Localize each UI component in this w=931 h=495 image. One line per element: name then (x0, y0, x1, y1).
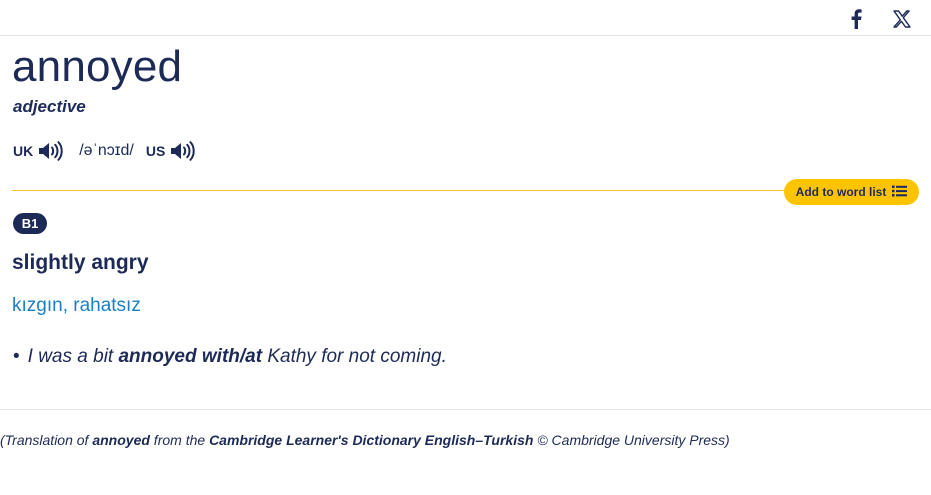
credit-word: annoyed (92, 432, 150, 448)
example-after: Kathy for not coming. (262, 346, 447, 367)
footer-divider (0, 409, 931, 410)
cefr-level-badge: B1 (13, 213, 47, 234)
part-of-speech: adjective (13, 97, 86, 116)
translation: kızgın, rahatsız (12, 295, 141, 316)
us-label: US (145, 143, 166, 159)
x-twitter-icon[interactable] (891, 8, 913, 30)
translation-credit: (Translation of annoyed from the Cambrid… (0, 432, 730, 448)
credit-open: (Translation of (0, 432, 93, 448)
add-to-word-list-label: Add to word list (795, 185, 887, 199)
section-divider (12, 190, 802, 191)
dictionary-page: annoyed adjective UK /əˈnɔɪd/ US Add to … (0, 0, 931, 495)
uk-speaker-icon[interactable] (37, 140, 63, 162)
headword: annoyed (12, 42, 183, 91)
add-to-word-list-button[interactable]: Add to word list (784, 179, 919, 205)
facebook-icon[interactable] (845, 8, 867, 30)
credit-publisher: © Cambridge University Press) (533, 432, 730, 448)
credit-dictionary: Cambridge Learner's Dictionary English–T… (209, 432, 534, 448)
example-bullet: • (13, 346, 20, 367)
us-speaker-icon[interactable] (169, 140, 195, 162)
example-sentence: • I was a bit annoyed with/at Kathy for … (13, 346, 447, 368)
credit-from: from the (149, 432, 210, 448)
example-bold: annoyed with/at (118, 346, 263, 367)
list-icon (892, 185, 908, 200)
uk-label: UK (13, 143, 34, 159)
example-text: I was a bit annoyed with/at Kathy for no… (28, 346, 447, 368)
example-before: I was a bit (27, 346, 119, 367)
definition: slightly angry (12, 251, 149, 274)
ipa-transcription: /əˈnɔɪd/ (79, 142, 134, 159)
pronunciation-line: UK /əˈnɔɪd/ US (13, 138, 211, 164)
share-bar (0, 0, 931, 36)
